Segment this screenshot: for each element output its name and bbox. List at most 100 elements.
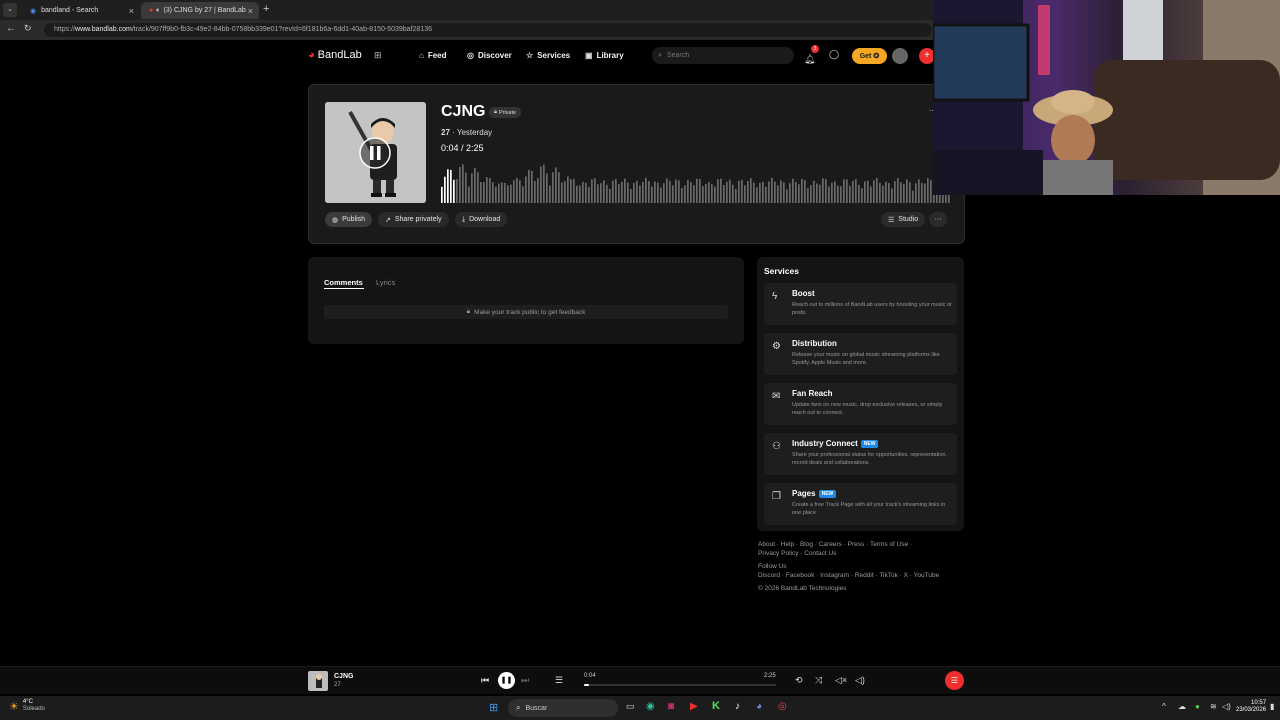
speaker-icon[interactable]: 🔈︎ <box>156 7 160 15</box>
waveform-bar <box>543 164 545 203</box>
edge-icon[interactable]: ◉ <box>646 701 655 712</box>
player-menu-button[interactable]: ☰ <box>945 671 964 690</box>
social-link-discord[interactable]: Discord <box>758 572 780 579</box>
social-link-reddit[interactable]: Reddit <box>855 572 874 579</box>
footer-link-blog[interactable]: Blog <box>800 541 813 548</box>
footer-link-contact[interactable]: Contact Us <box>804 550 836 557</box>
social-link-x[interactable]: X <box>904 572 908 579</box>
get-button[interactable]: Get ✪ <box>852 48 887 64</box>
waveform-bar <box>798 184 800 203</box>
track-artwork[interactable] <box>325 102 426 203</box>
messages-icon[interactable]: ◯ <box>829 49 839 60</box>
footer-link-about[interactable]: About <box>758 541 775 548</box>
weather-widget[interactable]: ☀ 4°C Soleado <box>9 699 45 713</box>
reload-icon[interactable]: ↻ <box>24 23 32 34</box>
instagram-icon[interactable]: ◙ <box>668 701 674 712</box>
wifi-icon[interactable]: ≋ <box>1210 702 1217 711</box>
tray-chevron-icon[interactable]: ^ <box>1162 702 1166 711</box>
tab-comments[interactable]: Comments <box>324 278 363 287</box>
url-field[interactable]: https://www.bandlab.com/track/907ff9b0-f… <box>44 23 932 37</box>
service-boost[interactable]: ϟ Boost Reach out to millions of BandLab… <box>764 283 957 325</box>
more-options-button[interactable]: ··· <box>929 212 947 227</box>
service-pages[interactable]: ❐ Pages NEW Create a free Track Page with… <box>764 483 957 525</box>
nav-library[interactable]: ▣ Library <box>585 51 624 60</box>
player-title[interactable]: CJNG <box>334 673 353 680</box>
waveform[interactable] <box>441 157 951 203</box>
waveform-bar <box>486 177 488 203</box>
close-icon[interactable]: × <box>129 6 134 16</box>
nav-feed[interactable]: ⌂ Feed <box>419 51 447 60</box>
social-link-youtube[interactable]: YouTube <box>914 572 940 579</box>
volume-icon[interactable]: ◁) <box>855 675 865 686</box>
studio-button[interactable]: ☰ Studio <box>881 212 926 227</box>
artist-name[interactable]: 27 <box>441 128 450 137</box>
waveform-bar <box>471 173 473 203</box>
waveform-bar <box>876 177 878 203</box>
back-icon[interactable]: ← <box>6 23 16 34</box>
bandlab-logo[interactable]: ◕ BandLab <box>308 49 362 61</box>
discord-icon[interactable]: ◕ <box>756 701 762 712</box>
waveform-bar <box>453 179 455 203</box>
social-link-tiktok[interactable]: TikTok <box>879 572 898 579</box>
player-progress-track[interactable] <box>584 684 776 686</box>
close-icon[interactable]: × <box>248 6 253 16</box>
queue-icon[interactable]: ☰ <box>555 675 563 686</box>
service-distribution[interactable]: ⚙ Distribution Release your music on glo… <box>764 333 957 375</box>
nav-discover[interactable]: ◎ Discover <box>467 51 512 60</box>
waveform-bar <box>918 179 920 203</box>
mic-icon[interactable]: ● <box>1195 702 1200 711</box>
waveform-bar <box>633 183 635 203</box>
tab-bandland-search[interactable]: ◉ bandland - Search × <box>22 2 140 19</box>
publish-button[interactable]: ◍ Publish <box>325 212 373 227</box>
waveform-bar <box>699 178 701 203</box>
taskbar-search[interactable]: ⌕ Buscar <box>508 699 618 717</box>
kick-icon[interactable]: K <box>712 700 720 712</box>
waveform-bar <box>915 183 917 203</box>
notifications-tray-icon[interactable]: ▮ <box>1270 702 1274 711</box>
waveform-bar <box>687 180 689 203</box>
social-link-facebook[interactable]: Facebook <box>786 572 815 579</box>
tiktok-icon[interactable]: ♪ <box>735 701 740 712</box>
footer-link-privacy[interactable]: Privacy Policy <box>758 550 798 557</box>
next-icon[interactable]: ⏭︎ <box>521 675 529 686</box>
waveform-bar <box>894 181 896 203</box>
mute-icon[interactable]: ◁× <box>835 675 847 686</box>
waveform-bar <box>801 178 803 203</box>
search-input[interactable]: ⌕ Search <box>652 47 794 64</box>
player-artwork[interactable] <box>308 671 328 691</box>
tab-title: (3) CJNG by 27 | BandLab <box>163 7 246 14</box>
taskview-icon[interactable]: ▭ <box>626 701 635 712</box>
tab-menu-button[interactable]: ⌄ <box>3 3 17 17</box>
clock[interactable]: 10:57 23/03/2026 <box>1236 700 1266 714</box>
service-fan-reach[interactable]: ✉ Fan Reach Update fans on new music, dr… <box>764 383 957 425</box>
avatar[interactable] <box>892 48 908 64</box>
footer-link-help[interactable]: Help <box>781 541 794 548</box>
download-button[interactable]: ⤓ Download <box>455 212 508 227</box>
apps-grid-icon[interactable]: ⊞ <box>374 50 382 61</box>
windows-start-icon[interactable]: ⊞ <box>489 701 498 714</box>
player-artist[interactable]: 27 <box>334 682 341 688</box>
footer-link-terms[interactable]: Terms of Use <box>870 541 908 548</box>
new-tab-button[interactable]: + <box>263 3 269 15</box>
volume-tray-icon[interactable]: ◁) <box>1222 702 1231 711</box>
footer-link-press[interactable]: Press <box>848 541 865 548</box>
pause-button[interactable]: ❚❚ <box>498 672 515 689</box>
tab-lyrics[interactable]: Lyrics <box>376 278 395 287</box>
repeat-icon[interactable]: ⟲ <box>795 675 803 686</box>
share-privately-button[interactable]: ↗ Share privately <box>378 212 449 227</box>
social-link-instagram[interactable]: Instagram <box>820 572 849 579</box>
app-red-icon[interactable]: ▶ <box>690 701 698 712</box>
nav-services[interactable]: ☆ Services <box>526 51 570 60</box>
service-industry-connect[interactable]: ⚇ Industry Connect NEW Share your profess… <box>764 433 957 475</box>
library-icon: ▣ <box>585 51 593 60</box>
shuffle-icon[interactable]: ⤨ <box>815 675 822 686</box>
chrome-icon[interactable]: ◎ <box>778 701 787 712</box>
waveform-bar <box>720 178 722 203</box>
waveform-bar <box>564 181 566 203</box>
waveform-bar <box>681 188 683 203</box>
waveform-bar <box>702 186 704 203</box>
previous-icon[interactable]: ⏮︎ <box>481 675 489 686</box>
tab-bandlab-track[interactable]: ● 🔈︎ (3) CJNG by 27 | BandLab × <box>141 2 259 19</box>
footer-link-careers[interactable]: Careers <box>819 541 842 548</box>
notifications-button[interactable]: 🔔︎ 3 <box>804 45 819 67</box>
